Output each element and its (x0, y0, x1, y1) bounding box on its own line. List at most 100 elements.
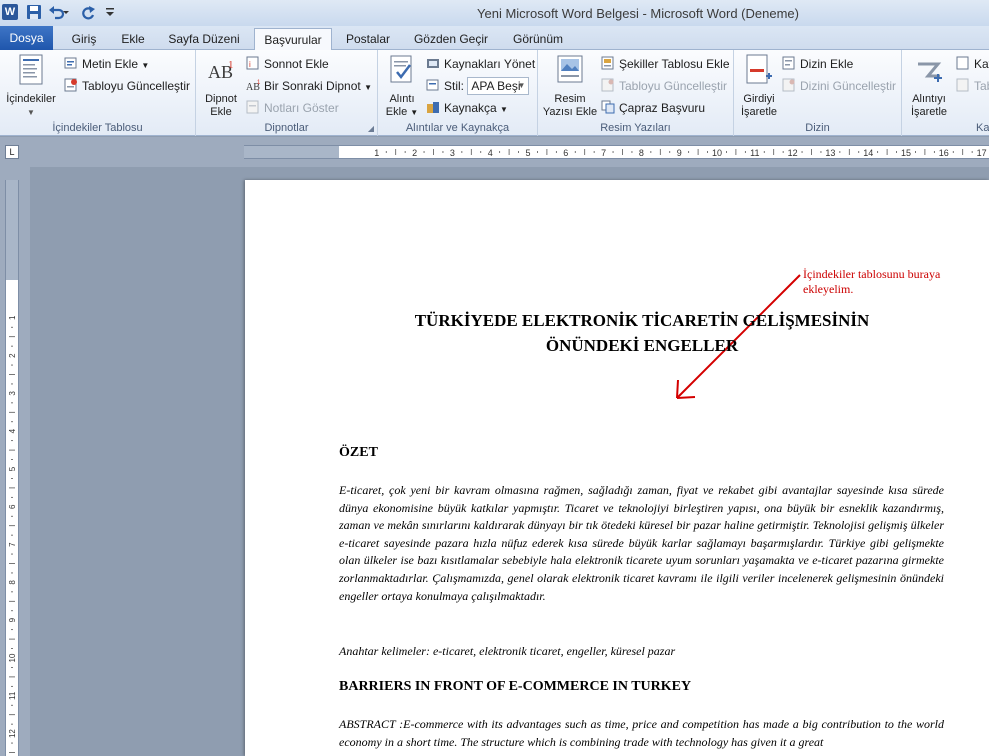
ruler-number: 16 (939, 148, 949, 158)
horizontal-ruler-ticks: 211234567891011121314151617 (261, 148, 987, 158)
group-label-authorities: Ka (976, 122, 989, 134)
svg-text:i: i (249, 60, 251, 69)
group-table-of-authorities: Alıntıyı İşaretle Kay Tab Ka (902, 50, 989, 136)
style-selector: Stil: APA Beşi ▼ (426, 77, 530, 95)
document-title: TÜRKİYEDE ELEKTRONİK TİCARETİN GELİŞMESİ… (375, 308, 909, 358)
insert-endnote-button[interactable]: i Sonnot Ekle (246, 55, 329, 73)
manage-sources-icon (427, 59, 439, 68)
manage-sources-button[interactable]: Kaynakları Yönet (426, 55, 535, 73)
ruler-number: 4 (488, 148, 493, 158)
next-footnote-icon: AB1 (246, 80, 261, 92)
svg-text:1: 1 (228, 59, 234, 71)
endnote-icon: i (246, 56, 259, 70)
mark-entry-icon (746, 54, 772, 84)
cross-reference-label: Çapraz Başvuru (619, 101, 706, 115)
table-of-figures-icon (601, 56, 614, 70)
keywords-line: Anahtar kelimeler: e-ticaret, elektronik… (339, 644, 676, 658)
update-authorities-table-label: Tab (974, 79, 989, 93)
group-label-toc: İçindekiler Tablosu (52, 122, 143, 134)
table-of-figures-button[interactable]: Şekiller Tablosu Ekle (601, 55, 730, 73)
tab-review[interactable]: Gözden Geçir (406, 28, 496, 50)
update-figures-table-label: Tabloyu Güncelleştir (619, 79, 728, 93)
group-index: Girdiyi İşaretle Dizin Ekle Dizini Günce… (734, 50, 902, 136)
insert-authorities-table-button[interactable]: Kay (956, 55, 989, 73)
show-notes-label: Notları Göster (264, 101, 339, 115)
ruler-number: 11 (750, 148, 759, 158)
table-of-contents-button[interactable]: İçindekiler ▼ (2, 54, 60, 119)
next-footnote-label: Bir Sonraki Dipnot (264, 79, 361, 93)
tab-mailings[interactable]: Postalar (338, 28, 398, 50)
style-label: Stil: (444, 79, 465, 93)
table-of-contents-icon (19, 54, 43, 85)
insert-caption-label-2: Yazısı Ekle (542, 106, 598, 118)
window-title: Yeni Microsoft Word Belgesi - Microsoft … (477, 6, 799, 21)
tab-view[interactable]: Görünüm (504, 28, 572, 50)
mark-citation-button[interactable]: Alıntıyı İşaretle (904, 54, 954, 119)
ruler-number: 6 (563, 148, 568, 158)
document-page[interactable]: İçindekiler tablosunu buraya ekleyelim. … (245, 180, 989, 756)
mark-citation-label-1: Alıntıyı (912, 93, 946, 105)
bibliography-label: Kaynakça (444, 101, 497, 115)
ruler-number: 6 (8, 504, 17, 509)
mark-entry-label-1: Girdiyi (743, 93, 775, 105)
ruler-number: 2 (8, 353, 17, 358)
dialog-launcher-icon[interactable]: ◢ (368, 124, 374, 133)
mark-citation-icon (918, 62, 942, 82)
update-figures-table-button[interactable]: Tabloyu Güncelleştir (601, 77, 727, 95)
table-of-figures-label: Şekiller Tablosu Ekle (619, 57, 730, 71)
group-label-index: Dizin (805, 122, 830, 134)
cross-reference-icon (601, 100, 615, 114)
insert-caption-icon (557, 55, 583, 83)
insert-citation-label-1: Alıntı (389, 93, 415, 105)
ruler-number: 4 (8, 428, 17, 433)
update-authorities-table-icon (956, 78, 969, 92)
ruler-number: 11 (8, 691, 17, 700)
insert-index-button[interactable]: Dizin Ekle (782, 55, 853, 73)
table-of-contents-label: İçindekiler (6, 93, 56, 105)
svg-text:1: 1 (257, 80, 261, 86)
next-footnote-button[interactable]: AB 1 Bir Sonraki Dipnot ▼ (246, 77, 372, 95)
ruler-number: 1 (8, 315, 17, 320)
english-heading: BARRIERS IN FRONT OF E-COMMERCE IN TURKE… (339, 679, 692, 694)
horizontal-ruler[interactable]: 211234567891011121314151617 (244, 145, 989, 159)
vertical-ruler[interactable]: 21123456789101112 (5, 180, 19, 756)
update-index-label: Dizini Güncelleştir (800, 79, 897, 93)
group-footnotes: AB 1 Dipnot Ekle i Sonnot Ekle AB 1 Bir Sonr… (196, 50, 378, 136)
ribbon: İçindekiler ▼ Metin Ekle ▼ Tabloyu Günce… (0, 50, 989, 136)
bibliography-icon (427, 102, 439, 113)
annotation-arrow (676, 274, 801, 399)
title-bar: W Yeni Microsoft Word Belgesi - Microsof… (0, 0, 989, 26)
update-table-button[interactable]: Tabloyu Güncelleştir (64, 77, 190, 95)
tab-file[interactable]: Dosya (0, 26, 53, 50)
insert-footnote-button[interactable]: AB 1 Dipnot Ekle (198, 54, 244, 119)
bibliography-button[interactable]: Kaynakça ▼ (426, 99, 508, 117)
insert-citation-icon (390, 55, 412, 83)
style-dropdown[interactable]: APA Beşi ▼ (467, 77, 530, 95)
insert-caption-button[interactable]: Resim Yazısı Ekle (540, 54, 600, 119)
ruler-number: 8 (8, 580, 17, 585)
ruler-number: 15 (901, 148, 911, 158)
abstract-paragraph: ABSTRACT :E-commerce with its advantages… (339, 717, 944, 749)
show-notes-button[interactable]: Notları Göster (246, 99, 339, 117)
document-title-line-2: ÖNÜNDEKİ ENGELLER (545, 336, 739, 355)
ruler-number: 5 (525, 148, 530, 158)
insert-index-icon (782, 56, 795, 70)
update-authorities-table-button[interactable]: Tab (956, 77, 989, 95)
tab-selector-button[interactable]: L (5, 145, 19, 159)
authorities-table-icon (956, 56, 969, 70)
ruler-number: 13 (825, 148, 835, 158)
add-text-button[interactable]: Metin Ekle ▼ (64, 55, 149, 73)
insert-citation-button[interactable]: Alıntı Ekle ▼ (380, 54, 424, 119)
ruler-number: 9 (677, 148, 682, 158)
tab-home[interactable]: Giriş (60, 28, 108, 50)
update-index-button[interactable]: Dizini Güncelleştir (782, 77, 896, 95)
summary-paragraph: E-ticaret, çok yeni bir kavram olmasına … (339, 483, 944, 603)
tab-insert[interactable]: Ekle (112, 28, 154, 50)
insert-endnote-label: Sonnot Ekle (264, 57, 329, 71)
cross-reference-button[interactable]: Çapraz Başvuru (601, 99, 705, 117)
ruler-top-margin (6, 180, 18, 280)
ruler-number: 7 (601, 148, 606, 158)
tab-page-layout[interactable]: Sayfa Düzeni (160, 28, 248, 50)
mark-entry-button[interactable]: Girdiyi İşaretle (736, 54, 782, 119)
tab-references[interactable]: Başvurular (254, 28, 332, 51)
